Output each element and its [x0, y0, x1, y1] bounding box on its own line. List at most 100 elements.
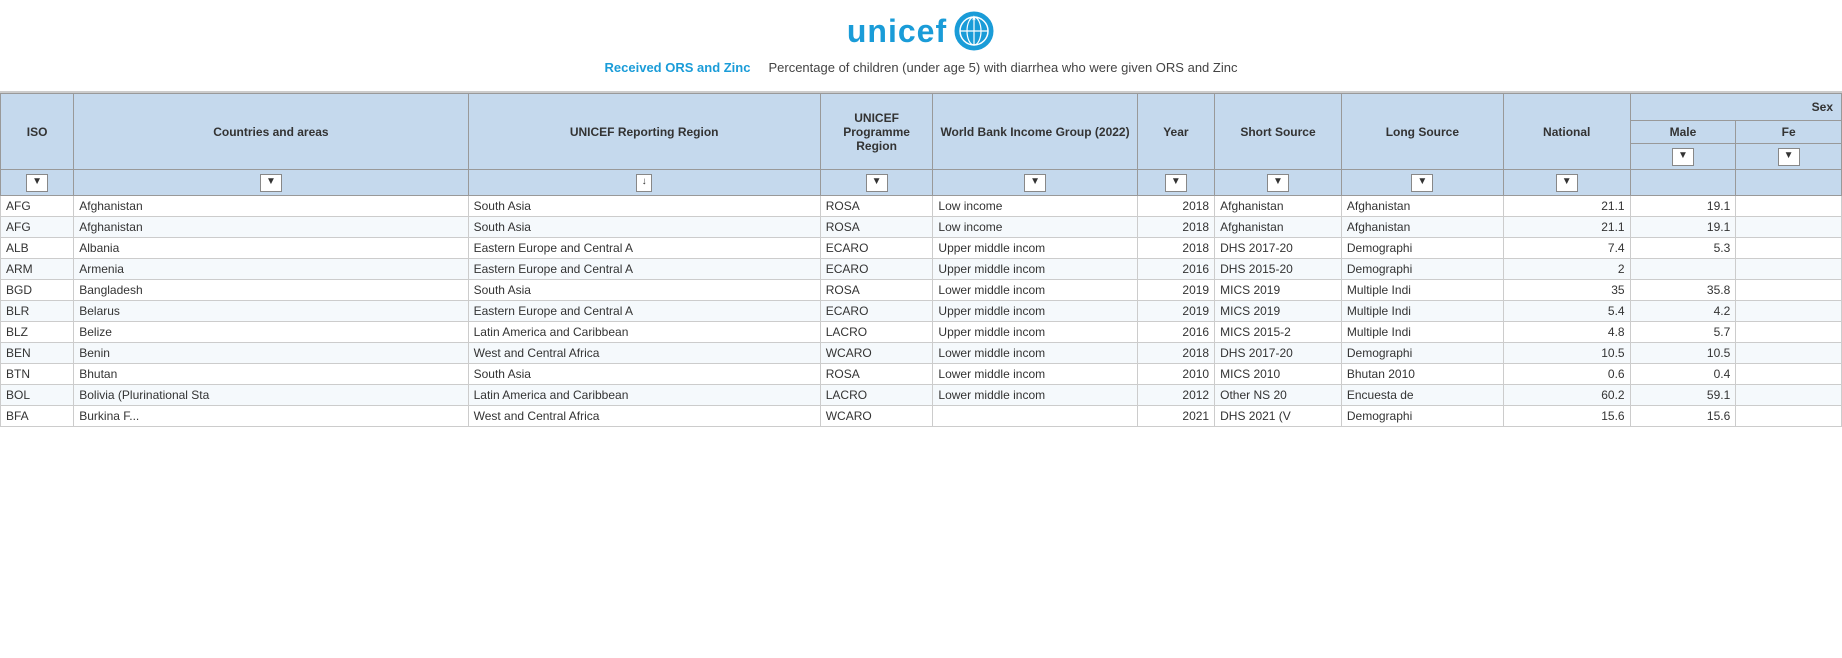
- table-row: BFABurkina F...West and Central AfricaWC…: [1, 406, 1842, 427]
- cell-5: 2018: [1137, 217, 1214, 238]
- filter-programme-btn[interactable]: ▼: [866, 174, 888, 192]
- cell-8: 15.6: [1503, 406, 1630, 427]
- cell-3: ROSA: [820, 217, 933, 238]
- cell-8: 7.4: [1503, 238, 1630, 259]
- filter-male[interactable]: ▼: [1630, 144, 1736, 170]
- cell-7: Afghanistan: [1341, 196, 1503, 217]
- table-row: BLRBelarusEastern Europe and Central AEC…: [1, 301, 1842, 322]
- cell-0: BFA: [1, 406, 74, 427]
- filter-female[interactable]: ▼: [1736, 144, 1842, 170]
- cell-1: Albania: [74, 238, 468, 259]
- col-programme: UNICEF Programme Region: [820, 94, 933, 170]
- cell-5: 2019: [1137, 280, 1214, 301]
- cell-5: 2016: [1137, 322, 1214, 343]
- cell-6: MICS 2010: [1215, 364, 1342, 385]
- filter-iso-btn[interactable]: ▼: [26, 174, 48, 192]
- cell-0: AFG: [1, 217, 74, 238]
- table-row: AFGAfghanistanSouth AsiaROSALow income20…: [1, 217, 1842, 238]
- cell-6: DHS 2015-20: [1215, 259, 1342, 280]
- cell-2: Latin America and Caribbean: [468, 385, 820, 406]
- cell-9: 19.1: [1630, 217, 1736, 238]
- cell-9: 59.1: [1630, 385, 1736, 406]
- cell-3: LACRO: [820, 322, 933, 343]
- cell-1: Bolivia (Plurinational Sta: [74, 385, 468, 406]
- filter-female-btn[interactable]: ▼: [1778, 148, 1800, 166]
- cell-5: 2016: [1137, 259, 1214, 280]
- col-short-source: Short Source: [1215, 94, 1342, 170]
- col-long-source: Long Source: [1341, 94, 1503, 170]
- cell-9: 15.6: [1630, 406, 1736, 427]
- cell-4: Low income: [933, 196, 1137, 217]
- cell-3: WCARO: [820, 406, 933, 427]
- cell-0: BOL: [1, 385, 74, 406]
- cell-9: [1630, 259, 1736, 280]
- filter-short-btn[interactable]: ▼: [1267, 174, 1289, 192]
- filter-wb-btn[interactable]: ▼: [1024, 174, 1046, 192]
- cell-10: [1736, 385, 1842, 406]
- cell-0: ARM: [1, 259, 74, 280]
- filter-countries-btn[interactable]: ▼: [260, 174, 282, 192]
- filter-programme[interactable]: ▼: [820, 170, 933, 196]
- unicef-logo: unicef ★: [847, 10, 995, 52]
- filter-short[interactable]: ▼: [1215, 170, 1342, 196]
- filter-national[interactable]: ▼: [1503, 170, 1630, 196]
- cell-2: West and Central Africa: [468, 343, 820, 364]
- cell-3: LACRO: [820, 385, 933, 406]
- cell-3: ROSA: [820, 280, 933, 301]
- cell-5: 2018: [1137, 196, 1214, 217]
- cell-6: DHS 2021 (V: [1215, 406, 1342, 427]
- cell-0: BTN: [1, 364, 74, 385]
- subtitle-row: Received ORS and Zinc Percentage of chil…: [0, 60, 1842, 75]
- cell-1: Bhutan: [74, 364, 468, 385]
- cell-0: AFG: [1, 196, 74, 217]
- cell-3: ECARO: [820, 238, 933, 259]
- table-row: ALBAlbaniaEastern Europe and Central AEC…: [1, 238, 1842, 259]
- report-title: Received ORS and Zinc: [605, 60, 751, 75]
- main-filter-row[interactable]: ▼ ▼ ↓ ▼ ▼ ▼ ▼ ▼ ▼: [1, 170, 1842, 196]
- filter-longsrc-btn[interactable]: ▼: [1411, 174, 1433, 192]
- filter-longsrc[interactable]: ▼: [1341, 170, 1503, 196]
- cell-2: Eastern Europe and Central A: [468, 259, 820, 280]
- cell-4: Lower middle incom: [933, 280, 1137, 301]
- filter-male2[interactable]: [1630, 170, 1736, 196]
- cell-10: [1736, 196, 1842, 217]
- filter-national-btn[interactable]: ▼: [1556, 174, 1578, 192]
- col-year: Year: [1137, 94, 1214, 170]
- cell-5: 2010: [1137, 364, 1214, 385]
- cell-7: Multiple Indi: [1341, 322, 1503, 343]
- filter-region-btn[interactable]: ↓: [636, 174, 652, 192]
- report-description: Percentage of children (under age 5) wit…: [768, 60, 1237, 75]
- cell-3: ROSA: [820, 364, 933, 385]
- cell-8: 35: [1503, 280, 1630, 301]
- cell-9: 10.5: [1630, 343, 1736, 364]
- cell-2: Eastern Europe and Central A: [468, 301, 820, 322]
- header-section: unicef ★ Received ORS and Zinc Percentag…: [0, 0, 1842, 83]
- filter-year[interactable]: ▼: [1137, 170, 1214, 196]
- cell-9: 19.1: [1630, 196, 1736, 217]
- filter-year-btn[interactable]: ▼: [1165, 174, 1187, 192]
- col-female: Fe: [1736, 121, 1842, 144]
- cell-9: 5.7: [1630, 322, 1736, 343]
- unicef-wordmark: unicef: [847, 13, 947, 50]
- cell-7: Demographi: [1341, 343, 1503, 364]
- filter-iso[interactable]: ▼: [1, 170, 74, 196]
- filter-wb[interactable]: ▼: [933, 170, 1137, 196]
- table-row: ARMArmeniaEastern Europe and Central AEC…: [1, 259, 1842, 280]
- cell-7: Demographi: [1341, 238, 1503, 259]
- cell-6: MICS 2019: [1215, 301, 1342, 322]
- filter-countries[interactable]: ▼: [74, 170, 468, 196]
- cell-8: 21.1: [1503, 217, 1630, 238]
- cell-1: Afghanistan: [74, 217, 468, 238]
- cell-4: Upper middle incom: [933, 301, 1137, 322]
- cell-5: 2021: [1137, 406, 1214, 427]
- cell-9: 0.4: [1630, 364, 1736, 385]
- filter-region[interactable]: ↓: [468, 170, 820, 196]
- svg-text:★: ★: [971, 15, 977, 22]
- cell-10: [1736, 343, 1842, 364]
- table-row: AFGAfghanistanSouth AsiaROSALow income20…: [1, 196, 1842, 217]
- filter-male-btn[interactable]: ▼: [1672, 148, 1694, 166]
- cell-2: Latin America and Caribbean: [468, 322, 820, 343]
- filter-female2[interactable]: [1736, 170, 1842, 196]
- table-row: BTNBhutanSouth AsiaROSALower middle inco…: [1, 364, 1842, 385]
- cell-7: Encuesta de: [1341, 385, 1503, 406]
